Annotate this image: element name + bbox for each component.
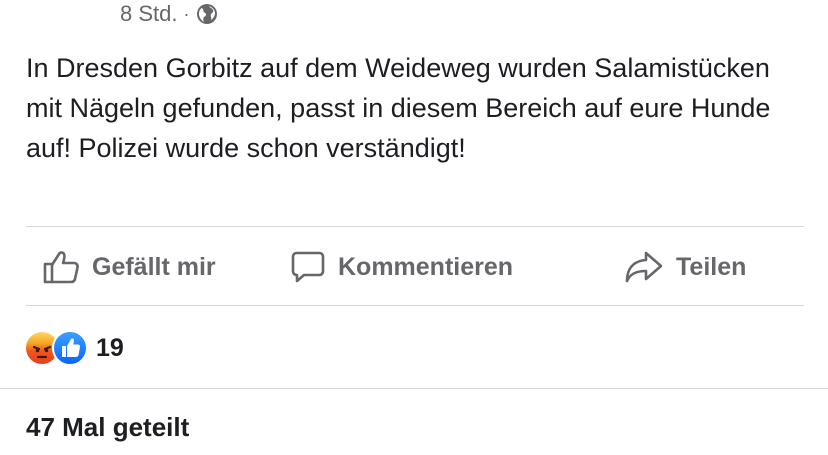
share-button[interactable]: Teilen: [624, 228, 746, 306]
meta-separator: ·: [183, 3, 190, 24]
divider-bottom: [0, 388, 828, 389]
divider-actions: [26, 305, 804, 306]
share-count[interactable]: 47 Mal geteilt: [26, 412, 189, 443]
comment-icon: [291, 251, 325, 283]
like-reaction-icon: [52, 330, 88, 366]
share-button-label: Teilen: [676, 252, 747, 281]
reaction-count: 19: [96, 333, 124, 362]
like-button[interactable]: Gefällt mir: [42, 228, 216, 306]
comment-button-label: Kommentieren: [338, 252, 514, 281]
reaction-summary[interactable]: 19: [24, 330, 124, 366]
post-timestamp[interactable]: 8 Std.: [120, 1, 177, 27]
thumbs-up-icon: [43, 251, 79, 284]
share-arrow-icon: [625, 251, 663, 283]
comment-button[interactable]: Kommentieren: [290, 228, 513, 306]
post-text: In Dresden Gorbitz auf dem Weideweg wurd…: [26, 53, 771, 163]
like-button-label: Gefällt mir: [92, 252, 216, 281]
post-actions-bar: Gefällt mir Kommentieren Teilen: [26, 228, 804, 306]
post-meta: 8 Std. ·: [120, 0, 219, 28]
divider-top: [26, 226, 804, 227]
globe-icon[interactable]: [195, 2, 219, 26]
